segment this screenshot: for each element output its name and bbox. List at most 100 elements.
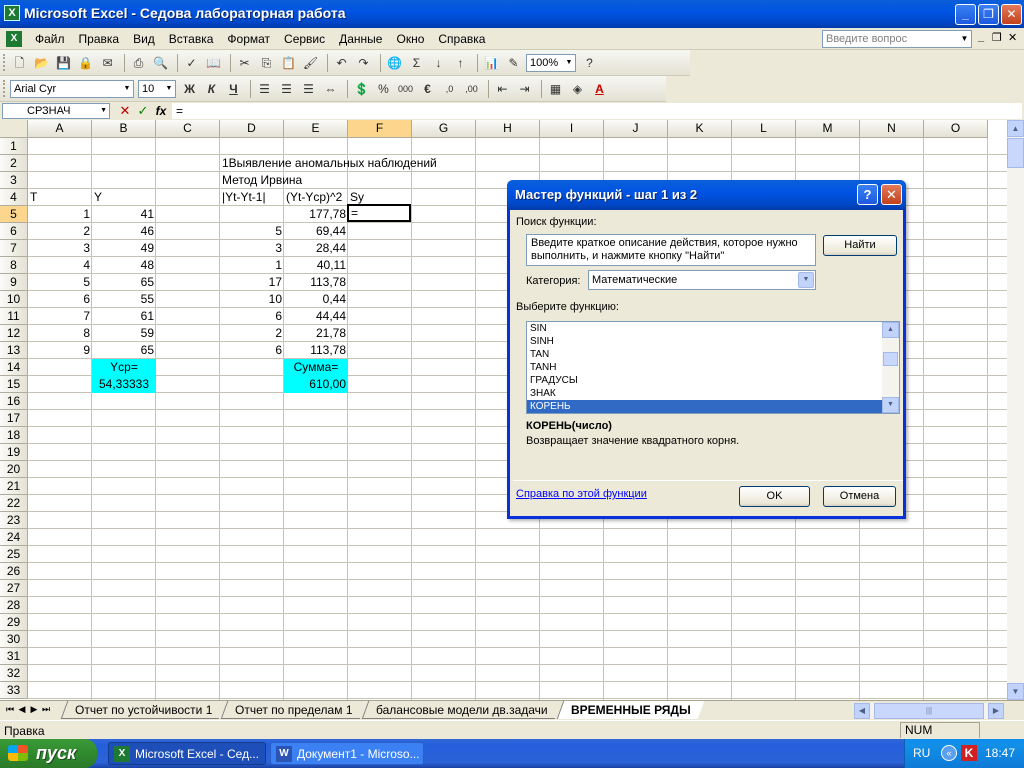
menu-insert[interactable]: Вставка: [162, 31, 221, 47]
cell-E10[interactable]: 0,44: [284, 291, 348, 308]
menu-window[interactable]: Окно: [389, 31, 431, 47]
column-header-I[interactable]: I: [540, 120, 604, 138]
align-left-icon[interactable]: ☰: [255, 80, 274, 99]
row-header-29[interactable]: 29: [0, 614, 28, 631]
cell-E5[interactable]: 177,78: [284, 206, 348, 223]
function-search-input[interactable]: Введите краткое описание действия, котор…: [526, 234, 816, 266]
column-header-H[interactable]: H: [476, 120, 540, 138]
cell-D3[interactable]: Метод Ирвина: [220, 172, 304, 189]
column-header-M[interactable]: M: [796, 120, 860, 138]
next-sheet-icon[interactable]: ▶: [28, 704, 40, 715]
row-header-11[interactable]: 11: [0, 308, 28, 325]
row-header-13[interactable]: 13: [0, 342, 28, 359]
cell-B10[interactable]: 55: [92, 291, 156, 308]
menu-help[interactable]: Справка: [431, 31, 492, 47]
menu-data[interactable]: Данные: [332, 31, 389, 47]
scroll-left-icon[interactable]: ◀: [854, 703, 870, 719]
cell-B13[interactable]: 65: [92, 342, 156, 359]
cell-E4[interactable]: (Yt-Ycp)^2: [284, 189, 344, 206]
menu-edit[interactable]: Правка: [72, 31, 127, 47]
prev-sheet-icon[interactable]: ◀: [16, 704, 28, 715]
cancel-button[interactable]: Отмена: [823, 486, 896, 507]
format-painter-icon[interactable]: 🖌: [301, 54, 320, 73]
cell-D6[interactable]: 5: [220, 223, 284, 240]
cell-B9[interactable]: 65: [92, 274, 156, 291]
column-header-D[interactable]: D: [220, 120, 284, 138]
column-header-G[interactable]: G: [412, 120, 476, 138]
italic-button[interactable]: К: [202, 80, 221, 99]
redo-icon[interactable]: ↷: [354, 54, 373, 73]
cell-D11[interactable]: 6: [220, 308, 284, 325]
row-header-19[interactable]: 19: [0, 444, 28, 461]
cell-A9[interactable]: 5: [28, 274, 92, 291]
dialog-help-button[interactable]: ?: [857, 184, 878, 205]
row-header-4[interactable]: 4: [0, 189, 28, 206]
row-header-33[interactable]: 33: [0, 682, 28, 699]
fill-color-icon[interactable]: ◈: [568, 80, 587, 99]
permission-icon[interactable]: 🔒: [76, 54, 95, 73]
open-icon[interactable]: 📂: [32, 54, 51, 73]
tab-limits-report[interactable]: Отчет по пределам 1: [221, 701, 367, 719]
row-header-30[interactable]: 30: [0, 631, 28, 648]
align-right-icon[interactable]: ☰: [299, 80, 318, 99]
hyperlink-icon[interactable]: 🌐: [385, 54, 404, 73]
save-icon[interactable]: 💾: [54, 54, 73, 73]
cell-E7[interactable]: 28,44: [284, 240, 348, 257]
align-center-icon[interactable]: ☰: [277, 80, 296, 99]
scroll-down-icon[interactable]: ▼: [882, 397, 899, 413]
cell-E8[interactable]: 40,11: [284, 257, 348, 274]
row-header-15[interactable]: 15: [0, 376, 28, 393]
select-all-corner[interactable]: [0, 120, 28, 138]
decrease-decimal-icon[interactable]: ,00: [462, 80, 481, 99]
cell-D9[interactable]: 17: [220, 274, 284, 291]
last-sheet-icon[interactable]: ⏭: [40, 704, 52, 715]
cell-E13[interactable]: 113,78: [284, 342, 348, 359]
menu-format[interactable]: Формат: [220, 31, 277, 47]
copy-icon[interactable]: ⎘: [257, 54, 276, 73]
row-header-22[interactable]: 22: [0, 495, 28, 512]
percent-icon[interactable]: %: [374, 80, 393, 99]
ok-button[interactable]: OK: [739, 486, 810, 507]
enter-formula-icon[interactable]: ✓: [134, 103, 152, 119]
list-item[interactable]: TANH: [527, 361, 899, 374]
cell-E15[interactable]: 610,00: [284, 376, 348, 393]
cell-E14[interactable]: Сумма=: [284, 359, 348, 376]
cell-E12[interactable]: 21,78: [284, 325, 348, 342]
print-preview-icon[interactable]: 🔍: [151, 54, 170, 73]
research-icon[interactable]: 📖: [204, 54, 223, 73]
cell-D10[interactable]: 10: [220, 291, 284, 308]
cell-A12[interactable]: 8: [28, 325, 92, 342]
increase-decimal-icon[interactable]: ,0: [440, 80, 459, 99]
cell-D5[interactable]: [220, 206, 284, 223]
row-header-10[interactable]: 10: [0, 291, 28, 308]
workbook-icon[interactable]: X: [6, 31, 22, 47]
cell-B12[interactable]: 59: [92, 325, 156, 342]
cell-A5[interactable]: 1: [28, 206, 92, 223]
row-header-31[interactable]: 31: [0, 648, 28, 665]
thousands-icon[interactable]: 000: [396, 80, 415, 99]
scroll-down-icon[interactable]: ▼: [1007, 683, 1024, 700]
row-header-26[interactable]: 26: [0, 563, 28, 580]
name-box[interactable]: СРЗНАЧ ▼: [2, 103, 110, 119]
currency-icon[interactable]: 💲: [352, 80, 371, 99]
row-header-28[interactable]: 28: [0, 597, 28, 614]
language-indicator[interactable]: RU: [913, 746, 930, 760]
row-header-1[interactable]: 1: [0, 138, 28, 155]
column-header-L[interactable]: L: [732, 120, 796, 138]
function-list[interactable]: SIN SINH TAN TANH ГРАДУСЫ ЗНАК КОРЕНЬ ▲ …: [526, 321, 900, 414]
doc-restore-icon[interactable]: ❐: [992, 31, 1002, 44]
cell-A10[interactable]: 6: [28, 291, 92, 308]
row-header-32[interactable]: 32: [0, 665, 28, 682]
row-header-8[interactable]: 8: [0, 257, 28, 274]
chart-wizard-icon[interactable]: 📊: [482, 54, 501, 73]
row-header-2[interactable]: 2: [0, 155, 28, 172]
font-color-icon[interactable]: A: [590, 80, 609, 99]
cut-icon[interactable]: ✂: [235, 54, 254, 73]
column-header-E[interactable]: E: [284, 120, 348, 138]
font-size-select[interactable]: 10 ▼: [138, 80, 176, 98]
underline-button[interactable]: Ч: [224, 80, 243, 99]
cell-D7[interactable]: 3: [220, 240, 284, 257]
vertical-scrollbar[interactable]: ▲ ▼: [1007, 120, 1024, 700]
excel-app-icon[interactable]: X: [4, 5, 20, 21]
find-button[interactable]: Найти: [823, 235, 897, 256]
